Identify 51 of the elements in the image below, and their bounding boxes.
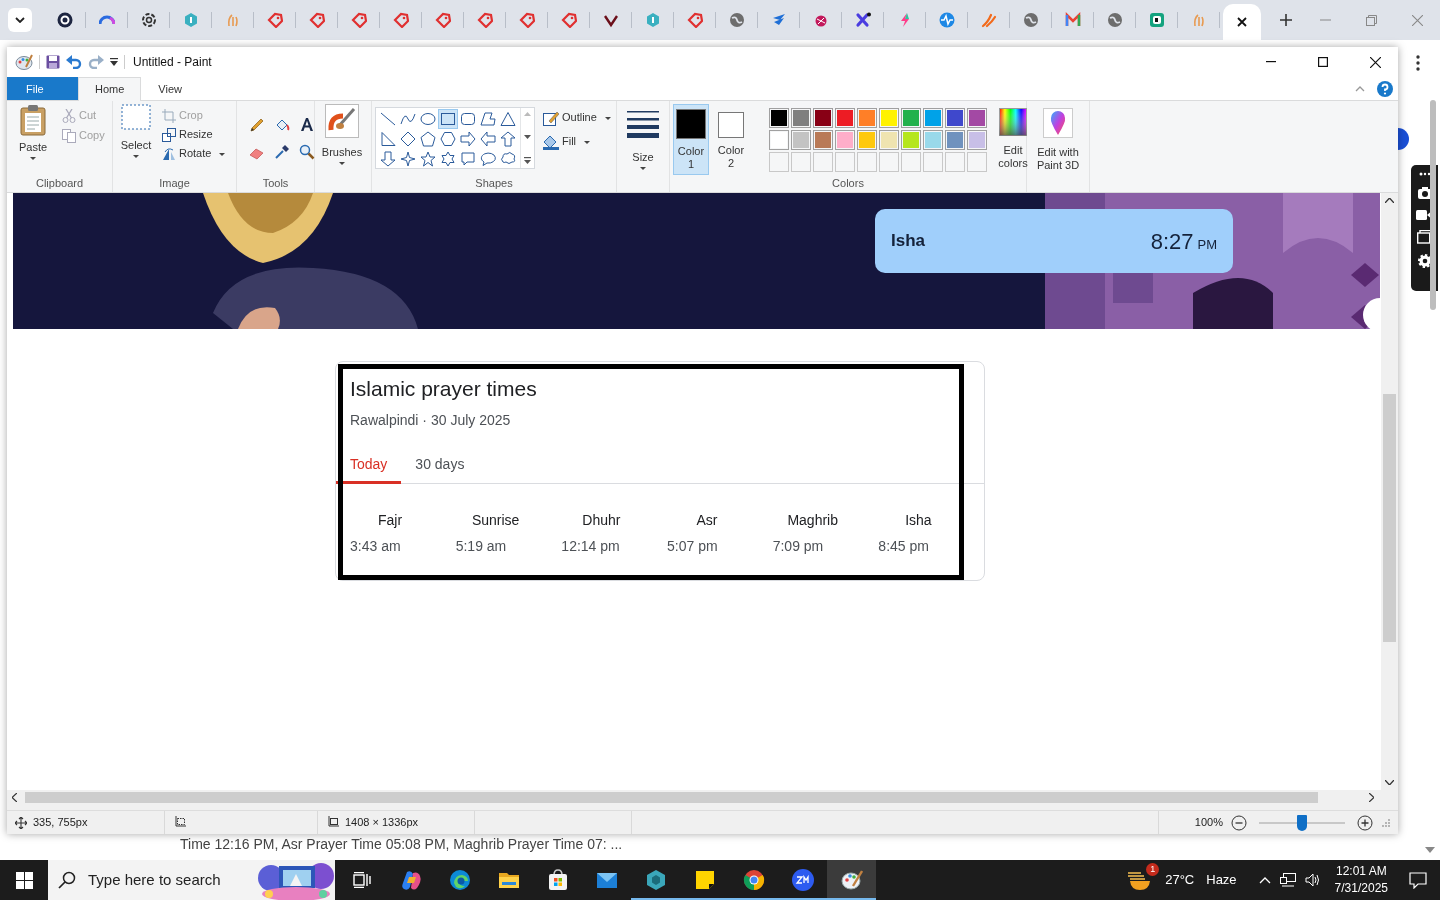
image-dimensions: 1408 × 1336px [345, 815, 419, 831]
ribbon-tab[interactable]: View [141, 77, 199, 100]
group-label: Clipboard [34, 176, 85, 191]
paste-button[interactable]: Paste [10, 104, 56, 175]
edit-with-paint-3d-button[interactable]: Edit with Paint 3D [1030, 104, 1086, 175]
time-suffix: PM [1197, 235, 1217, 254]
rotate-button[interactable]: Rotate [160, 147, 228, 161]
prayer-time: 12:14 pm [561, 537, 620, 557]
cursor-position: 335, 755px [33, 815, 88, 831]
card-subtitle: Rawalpindi · 30 July 2025 [349, 411, 511, 431]
card-title: Islamic prayer times [349, 376, 538, 402]
search-box[interactable]: Type here to search [48, 860, 335, 900]
prayer-name: Dhuhr [581, 511, 622, 531]
card-tab[interactable]: Today [336, 448, 402, 485]
select-button[interactable]: Select [116, 104, 156, 175]
prayer-name: Isha [891, 230, 926, 253]
prayer-time: 7:09 pm [772, 537, 824, 557]
zoom-level: 100% [1194, 815, 1223, 831]
size-button[interactable]: Size [620, 104, 666, 175]
page-text: Time 12:16 PM, Asr Prayer Time 05:08 PM, Maghrib Prayer Time 07: ... [180, 835, 623, 854]
group-label: Image [158, 176, 191, 191]
temperature: 27°C [1165, 871, 1195, 890]
weather-widget[interactable]: 1 27°C Haze [1117, 860, 1247, 900]
prayer-name: Fajr [376, 511, 404, 531]
fill-button[interactable]: Fill [541, 134, 613, 150]
clock[interactable]: 12:01 AM 7/31/2025 [1326, 862, 1396, 898]
group-label: Shapes [474, 176, 514, 191]
edit-colors-button[interactable]: Edit colors [993, 104, 1033, 175]
notification-badge: 1 [1146, 863, 1160, 876]
prayer-name: Sunrise [470, 511, 521, 531]
prayer-time: 3:43 am [350, 537, 401, 557]
weather-condition: Haze [1206, 871, 1237, 890]
window-title: Untitled - Paint [133, 54, 212, 71]
resize-button[interactable]: Resize [160, 128, 228, 142]
prayer-time: 8:45 pm [878, 537, 929, 557]
group-label: Colors [831, 176, 865, 191]
group-label: Tools [261, 176, 290, 191]
outline-button[interactable]: Outline [541, 110, 613, 126]
prayer-name: Maghrib [786, 511, 839, 531]
file-menu-button[interactable]: File [7, 77, 78, 100]
card-tab[interactable]: 30 days [401, 448, 479, 485]
prayer-time: 5:19 am [455, 537, 507, 557]
prayer-name: Isha [904, 511, 933, 531]
prayer-time: 8:27 [1150, 227, 1194, 256]
search-field[interactable]: Type here to search [86, 867, 246, 893]
prayer-time: 5:07 pm [667, 537, 718, 557]
color-selector[interactable]: Color 2 [713, 104, 749, 175]
ribbon-tab[interactable]: Home [78, 77, 142, 101]
brushes-button[interactable]: Brushes [318, 104, 366, 175]
color-selector[interactable]: Color 1 [673, 104, 709, 175]
prayer-name: Asr [695, 511, 719, 531]
